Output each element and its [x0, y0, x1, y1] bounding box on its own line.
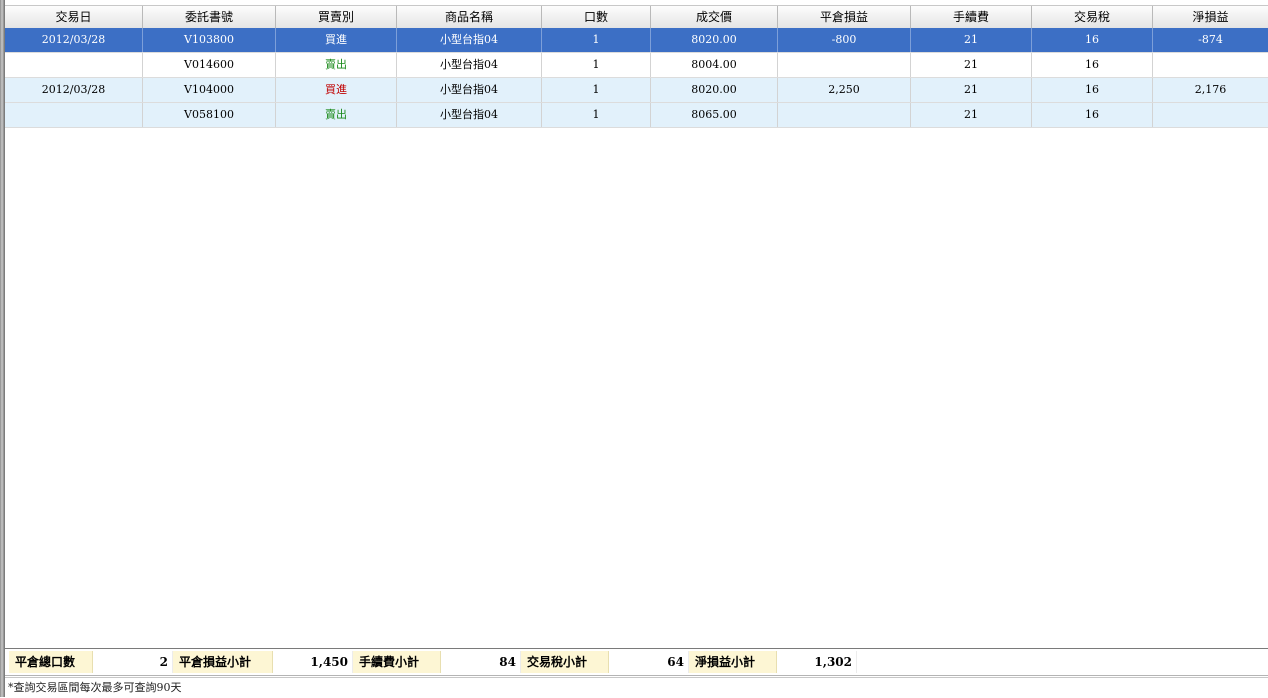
summary-close-pl-value: 1,450	[273, 651, 353, 673]
cell-side: 賣出	[276, 103, 397, 127]
cell-price: 8065.00	[651, 103, 778, 127]
col-header-tax[interactable]: 交易稅	[1032, 6, 1153, 28]
trade-history-window: 交易日 委託書號 買賣別 商品名稱 口數 成交價 平倉損益 手續費 交易稅 淨損…	[0, 0, 1268, 697]
summary-tax-value: 64	[609, 651, 689, 673]
summary-bar: 平倉總口數 2 平倉損益小計 1,450 手續費小計 84 交易稅小計 64 淨…	[5, 650, 1268, 676]
col-header-close-pl[interactable]: 平倉損益	[778, 6, 911, 28]
cell-fee: 21	[911, 28, 1032, 52]
col-header-order-no[interactable]: 委託書號	[143, 6, 276, 28]
col-header-net-pl[interactable]: 淨損益	[1153, 6, 1268, 28]
cell-side: 買進	[276, 28, 397, 52]
cell-fee: 21	[911, 103, 1032, 127]
cell-order-no: V103800	[143, 28, 276, 52]
cell-fee: 21	[911, 78, 1032, 102]
cell-tax: 16	[1032, 28, 1153, 52]
cell-date: 2012/03/28	[5, 78, 143, 102]
trade-grid[interactable]: 交易日 委託書號 買賣別 商品名稱 口數 成交價 平倉損益 手續費 交易稅 淨損…	[5, 5, 1268, 648]
cell-order-no: V014600	[143, 53, 276, 77]
cell-fee: 21	[911, 53, 1032, 77]
cell-tax: 16	[1032, 78, 1153, 102]
grid-bottom-border	[5, 648, 1268, 649]
col-header-date[interactable]: 交易日	[5, 6, 143, 28]
table-row[interactable]: V058100 賣出 小型台指04 1 8065.00 21 16	[5, 103, 1268, 128]
table-row[interactable]: V014600 賣出 小型台指04 1 8004.00 21 16	[5, 53, 1268, 78]
summary-net-pl-label: 淨損益小計	[689, 651, 777, 673]
cell-date: 2012/03/28	[5, 28, 143, 52]
summary-tax-label: 交易稅小計	[521, 651, 609, 673]
table-row[interactable]: 2012/03/28 V104000 買進 小型台指04 1 8020.00 2…	[5, 78, 1268, 103]
cell-tax: 16	[1032, 103, 1153, 127]
cell-product: 小型台指04	[397, 53, 542, 77]
cell-date	[5, 103, 143, 127]
cell-product: 小型台指04	[397, 78, 542, 102]
summary-total-qty-label: 平倉總口數	[9, 651, 93, 673]
cell-price: 8004.00	[651, 53, 778, 77]
summary-net-pl-value: 1,302	[777, 651, 857, 673]
summary-total-qty-value: 2	[93, 651, 173, 673]
col-header-qty[interactable]: 口數	[542, 6, 651, 28]
cell-side: 買進	[276, 78, 397, 102]
table-row[interactable]: 2012/03/28 V103800 買進 小型台指04 1 8020.00 -…	[5, 28, 1268, 53]
cell-date	[5, 53, 143, 77]
cell-close-pl	[778, 53, 911, 77]
cell-net-pl	[1153, 103, 1268, 127]
cell-order-no: V104000	[143, 78, 276, 102]
status-message: *查詢交易區間每次最多可查詢90天	[5, 677, 1268, 697]
cell-qty: 1	[542, 78, 651, 102]
cell-qty: 1	[542, 53, 651, 77]
cell-qty: 1	[542, 28, 651, 52]
cell-order-no: V058100	[143, 103, 276, 127]
col-header-fee[interactable]: 手續費	[911, 6, 1032, 28]
cell-net-pl: -874	[1198, 33, 1223, 46]
summary-fee-value: 84	[441, 651, 521, 673]
col-header-price[interactable]: 成交價	[651, 6, 778, 28]
grid-header: 交易日 委託書號 買賣別 商品名稱 口數 成交價 平倉損益 手續費 交易稅 淨損…	[5, 5, 1268, 29]
col-header-side[interactable]: 買賣別	[276, 6, 397, 28]
cell-tax: 16	[1032, 53, 1153, 77]
summary-close-pl-label: 平倉損益小計	[173, 651, 273, 673]
cell-product: 小型台指04	[397, 103, 542, 127]
cell-net-pl: 2,176	[1194, 83, 1227, 96]
cell-price: 8020.00	[651, 78, 778, 102]
summary-fee-label: 手續費小計	[353, 651, 441, 673]
cell-close-pl: 2,250	[778, 78, 911, 102]
cell-qty: 1	[542, 103, 651, 127]
cell-price: 8020.00	[651, 28, 778, 52]
cell-close-pl	[778, 103, 911, 127]
col-header-product[interactable]: 商品名稱	[397, 6, 542, 28]
cell-product: 小型台指04	[397, 28, 542, 52]
cell-net-pl	[1153, 53, 1268, 77]
cell-close-pl: -800	[778, 28, 911, 52]
cell-side: 賣出	[276, 53, 397, 77]
